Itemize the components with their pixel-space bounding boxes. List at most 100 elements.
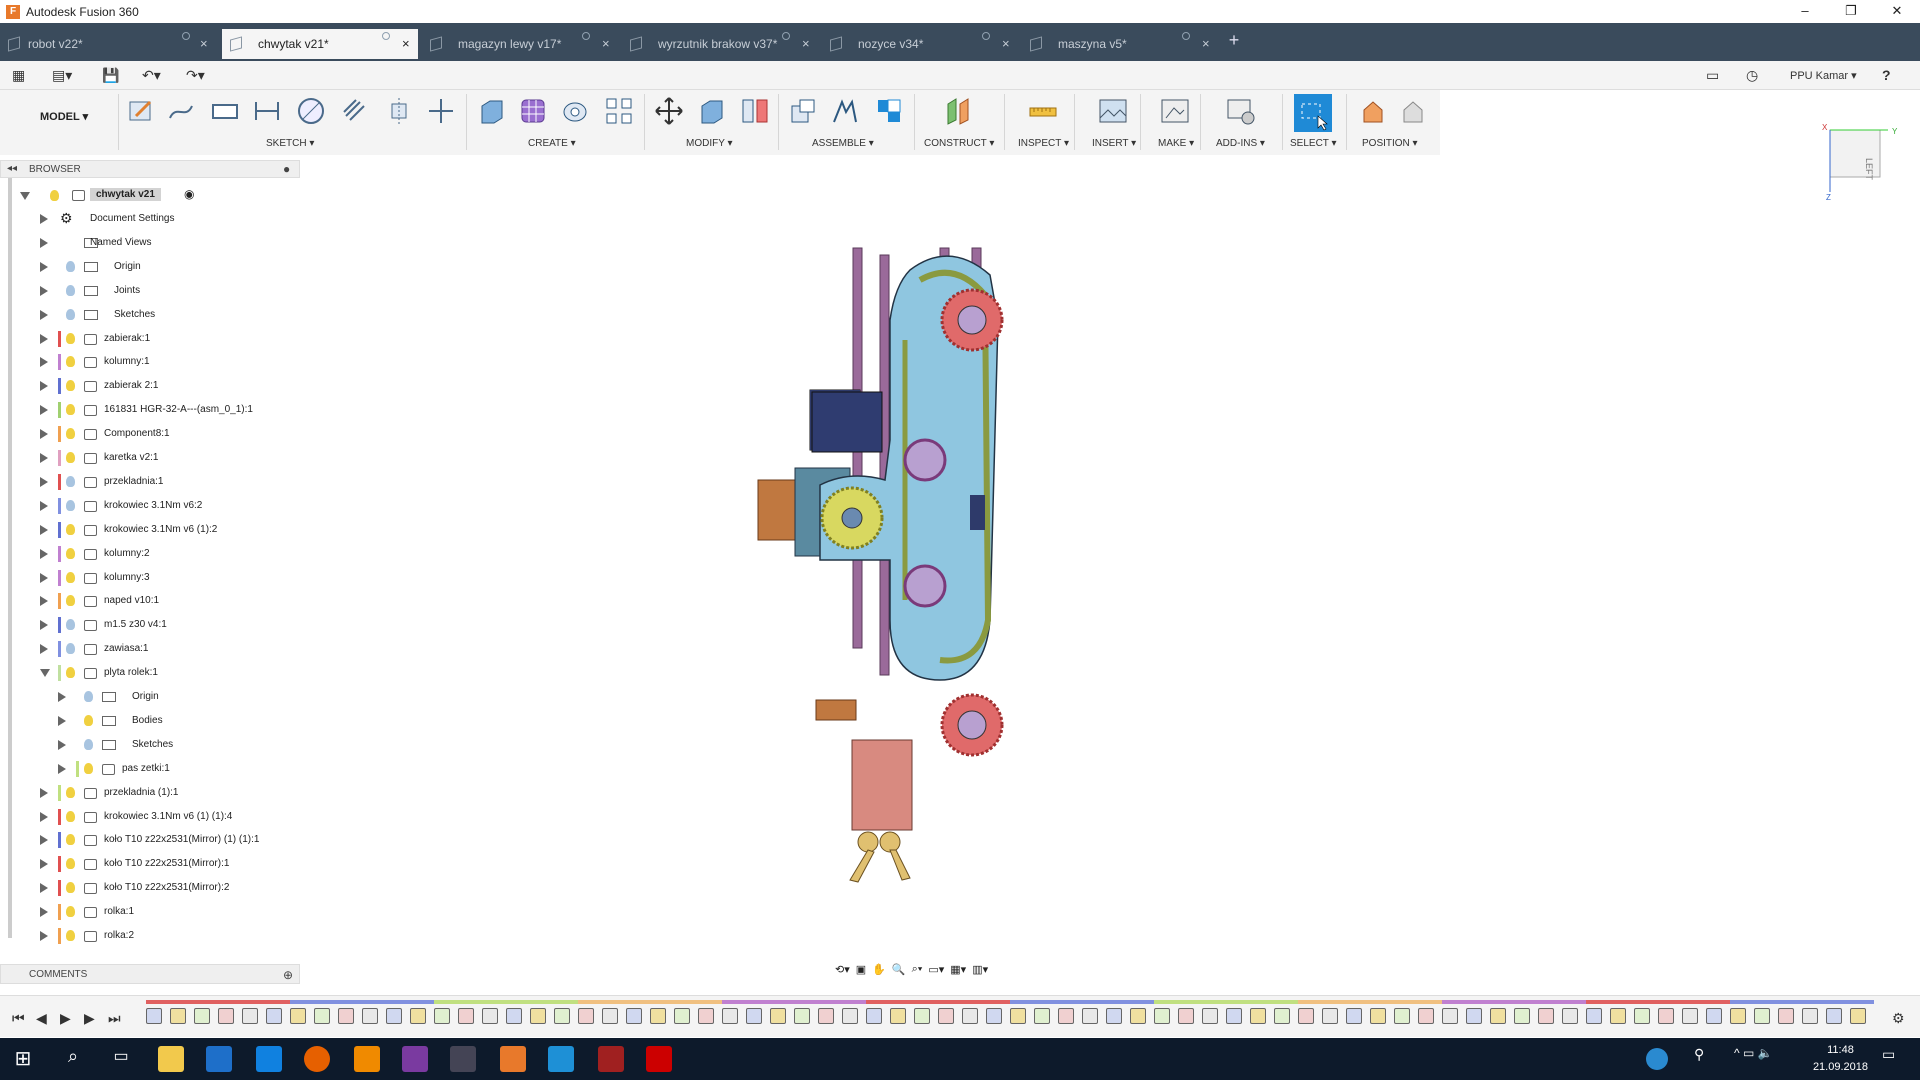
undo-icon[interactable]: ↶▾ (142, 67, 161, 84)
timeline-feature-icon[interactable] (1106, 1008, 1122, 1024)
tree-root[interactable]: chwytak v21 ◉ (20, 185, 300, 207)
visibility-bulb-icon[interactable] (84, 762, 93, 774)
visibility-bulb-icon[interactable] (66, 260, 75, 272)
timeline-feature-icon[interactable] (386, 1008, 402, 1024)
expand-icon[interactable] (40, 405, 48, 416)
browser-tree-item[interactable]: rolka:2 (40, 925, 300, 947)
browser-tree-item[interactable]: krokowiec 3.1Nm v6 (1) (1):4 (40, 806, 300, 828)
system-tray-icons[interactable]: ^ ▭ 🔈 (1734, 1046, 1794, 1072)
expand-icon[interactable] (40, 237, 48, 248)
app-icon[interactable] (548, 1046, 574, 1072)
redo-icon[interactable]: ↷▾ (186, 67, 205, 84)
expand-icon[interactable] (40, 811, 48, 822)
browser-tree-item[interactable]: naped v10:1 (40, 590, 300, 612)
visibility-bulb-icon[interactable] (66, 308, 75, 320)
timeline-feature-icon[interactable] (1682, 1008, 1698, 1024)
create-sketch-icon[interactable] (126, 96, 156, 126)
help-icon[interactable]: ? (1882, 67, 1891, 83)
timeline-feature-icon[interactable] (458, 1008, 474, 1024)
visibility-bulb-icon[interactable] (66, 356, 75, 368)
timeline-feature-icon[interactable] (1586, 1008, 1602, 1024)
inspect-menu[interactable]: INSPECT ▾ (1018, 138, 1069, 149)
3d-model-gripper[interactable] (740, 240, 1020, 890)
visibility-bulb-icon[interactable] (66, 523, 75, 535)
timeline-feature-icon[interactable] (986, 1008, 1002, 1024)
press-pull-icon[interactable] (696, 96, 726, 126)
expand-icon[interactable] (58, 763, 66, 774)
pattern-icon[interactable] (604, 96, 634, 126)
close-button[interactable]: ✕ (1874, 0, 1920, 23)
visibility-bulb-icon[interactable] (66, 595, 75, 607)
3d-print-icon[interactable] (1160, 96, 1190, 126)
timeline-feature-icon[interactable] (1154, 1008, 1170, 1024)
timeline-feature-icon[interactable] (482, 1008, 498, 1024)
tab-robot[interactable]: robot v22* × (0, 29, 218, 59)
go-to-end-icon[interactable]: ⏭ (108, 1010, 121, 1027)
browser-options-icon[interactable]: ● (283, 162, 290, 176)
action-center-icon[interactable]: ▭ (1882, 1046, 1908, 1072)
play-icon[interactable]: ▶ (60, 1010, 71, 1027)
file-explorer-icon[interactable] (158, 1046, 184, 1072)
tab-wyrzutnik-brakow[interactable]: wyrzutnik brakow v37* × (622, 29, 818, 59)
firefox-icon[interactable] (304, 1046, 330, 1072)
browser-tree-item[interactable]: zawiasa:1 (40, 638, 300, 660)
capture-position-icon[interactable] (1358, 96, 1388, 126)
measure-icon[interactable] (1028, 96, 1058, 126)
view-cube[interactable]: LEFT X Y Z (1820, 122, 1900, 202)
timeline-feature-icon[interactable] (1130, 1008, 1146, 1024)
select-icon[interactable] (1294, 94, 1332, 132)
expand-icon[interactable] (40, 859, 48, 870)
timeline-feature-icon[interactable] (506, 1008, 522, 1024)
visibility-bulb-icon[interactable] (66, 404, 75, 416)
add-comment-icon[interactable]: ⊕ (283, 968, 293, 982)
timeline-feature-icon[interactable] (314, 1008, 330, 1024)
browser-header[interactable]: ◂◂ BROWSER ● (0, 160, 300, 178)
tab-maszyna[interactable]: maszyna v5* × (1022, 29, 1218, 59)
construct-menu[interactable]: CONSTRUCT ▾ (924, 138, 994, 149)
activate-radio-icon[interactable]: ◉ (184, 187, 194, 201)
timeline-feature-icon[interactable] (194, 1008, 210, 1024)
visibility-bulb-icon[interactable] (66, 834, 75, 846)
insert-menu[interactable]: INSERT ▾ (1092, 138, 1136, 149)
timeline-feature-icon[interactable] (218, 1008, 234, 1024)
collapse-icon[interactable] (20, 192, 30, 200)
collapse-panel-icon[interactable]: ◂◂ (7, 163, 17, 174)
expand-icon[interactable] (40, 787, 48, 798)
visibility-bulb-icon[interactable] (84, 714, 93, 726)
system-clock[interactable]: 11:48 21.09.2018 (1813, 1042, 1868, 1076)
timeline-feature-icon[interactable] (1514, 1008, 1530, 1024)
sketch-menu[interactable]: SKETCH ▾ (266, 138, 314, 149)
timeline-feature-icon[interactable] (1802, 1008, 1818, 1024)
acrobat-icon[interactable] (646, 1046, 672, 1072)
timeline-feature-icon[interactable] (578, 1008, 594, 1024)
expand-icon[interactable] (58, 715, 66, 726)
timeline-feature-icon[interactable] (170, 1008, 186, 1024)
browser-tree-item[interactable]: koło T10 z22x2531(Mirror):1 (40, 853, 300, 875)
browser-scrollbar[interactable] (8, 178, 12, 938)
timeline-feature-icon[interactable] (1466, 1008, 1482, 1024)
visibility-bulb-icon[interactable] (66, 475, 75, 487)
add-ins-menu[interactable]: ADD-INS ▾ (1216, 138, 1265, 149)
expand-icon[interactable] (40, 883, 48, 894)
timeline-feature-icon[interactable] (938, 1008, 954, 1024)
vlc-icon[interactable] (354, 1046, 380, 1072)
browser-tree-item[interactable]: przekladnia:1 (40, 471, 300, 493)
browser-tree-item[interactable]: Named Views (40, 232, 300, 254)
expand-icon[interactable] (40, 333, 48, 344)
assemble-menu[interactable]: ASSEMBLE ▾ (812, 138, 874, 149)
as-built-joint-icon[interactable] (874, 96, 904, 126)
timeline-feature-icon[interactable] (338, 1008, 354, 1024)
timeline-feature-icon[interactable] (242, 1008, 258, 1024)
timeline-feature-icon[interactable] (266, 1008, 282, 1024)
expand-icon[interactable] (40, 572, 48, 583)
modify-menu[interactable]: MODIFY ▾ (686, 138, 733, 149)
visibility-bulb-icon[interactable] (84, 691, 93, 702)
next-step-icon[interactable]: ▶ (84, 1010, 95, 1027)
browser-tree-item[interactable]: karetka v2:1 (40, 447, 300, 469)
position-menu[interactable]: POSITION ▾ (1362, 138, 1418, 149)
user-account-menu[interactable]: PPU Kamar ▾ (1790, 69, 1857, 82)
expand-icon[interactable] (40, 357, 48, 368)
browser-tree-item[interactable]: Joints (40, 280, 300, 302)
expand-icon[interactable] (40, 476, 48, 487)
browser-tree-item[interactable]: kolumny:3 (40, 567, 300, 589)
